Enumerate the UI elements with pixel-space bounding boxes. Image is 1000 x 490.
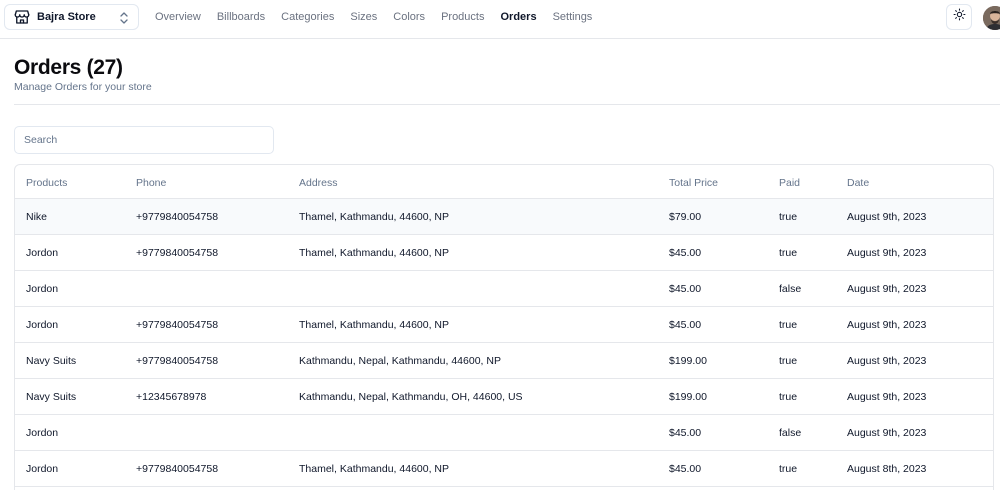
- search-input[interactable]: [14, 126, 274, 154]
- cell-total-price: $45.00: [669, 319, 702, 331]
- cell-total-price: $199.00: [669, 391, 707, 403]
- theme-toggle-button[interactable]: [946, 4, 972, 30]
- column-header-phone: Phone: [136, 177, 167, 189]
- cell-date: August 9th, 2023: [847, 247, 927, 259]
- cell-products: Nike: [26, 211, 48, 223]
- cell-products: Jordon: [26, 463, 59, 475]
- table-row[interactable]: Navy Suits +9779840054758 Kathmandu, Nepal…: [15, 343, 993, 379]
- cell-paid: true: [779, 355, 798, 367]
- column-header-paid: Paid: [779, 177, 801, 189]
- nav-item-overview[interactable]: Overview: [155, 11, 201, 24]
- cell-date: August 9th, 2023: [847, 211, 927, 223]
- nav-item-products[interactable]: Products: [441, 11, 484, 24]
- cell-address: Thamel, Kathmandu, 44600, NP: [299, 247, 450, 259]
- cell-address: Kathmandu, Nepal, Kathmandu, 44600, NP: [299, 355, 501, 367]
- cell-date: August 9th, 2023: [847, 283, 927, 295]
- table-row[interactable]: Jordon +9779840054758 Thamel, Kathmandu, 4…: [15, 235, 993, 271]
- cell-total-price: $45.00: [669, 427, 702, 439]
- column-header-total-price: Total Price: [669, 177, 719, 189]
- table-row[interactable]: Jordon $45.00 false August 9th, 2023: [15, 271, 993, 307]
- cell-phone: +9779840054758: [136, 463, 219, 475]
- cell-products: Navy Suits: [26, 391, 77, 403]
- cell-total-price: $45.00: [669, 247, 702, 259]
- cell-phone: +12345678978: [136, 391, 207, 403]
- page-subtitle: Manage Orders for your store: [14, 81, 152, 93]
- chevrons-up-down-icon: [119, 11, 129, 25]
- cell-address: Thamel, Kathmandu, 44600, NP: [299, 463, 450, 475]
- table-row[interactable]: Jordon +9779840054758 Thamel, Kathmandu, 4…: [15, 451, 993, 487]
- sun-icon: [953, 8, 966, 26]
- cell-address: Thamel, Kathmandu, 44600, NP: [299, 211, 450, 223]
- nav-item-categories[interactable]: Categories: [281, 11, 334, 24]
- cell-total-price: $199.00: [669, 355, 707, 367]
- cell-total-price: $45.00: [669, 463, 702, 475]
- nav-item-orders[interactable]: Orders: [500, 11, 536, 24]
- cell-paid: false: [779, 283, 802, 295]
- cell-date: August 9th, 2023: [847, 391, 927, 403]
- cell-date: August 9th, 2023: [847, 355, 927, 367]
- cell-phone: +9779840054758: [136, 247, 219, 259]
- cell-paid: true: [779, 247, 798, 259]
- cell-address: Thamel, Kathmandu, 44600, NP: [299, 319, 450, 331]
- cell-paid: false: [779, 427, 802, 439]
- cell-paid: true: [779, 463, 798, 475]
- table-header-row: Products Phone Address Total Price Paid Date: [15, 165, 993, 199]
- cell-date: August 8th, 2023: [847, 463, 927, 475]
- cell-products: Jordon: [26, 283, 59, 295]
- store-switcher[interactable]: Bajra Store: [4, 4, 139, 30]
- cell-total-price: $79.00: [669, 211, 702, 223]
- nav-item-settings[interactable]: Settings: [553, 11, 593, 24]
- column-header-address: Address: [299, 177, 338, 189]
- table-row[interactable]: Jordon +9779840054758 Thamel, Kathmandu, 4…: [15, 307, 993, 343]
- cell-paid: true: [779, 211, 798, 223]
- nav-item-sizes[interactable]: Sizes: [350, 11, 377, 24]
- cell-paid: true: [779, 391, 798, 403]
- column-header-products: Products: [26, 177, 68, 189]
- cell-products: Jordon: [26, 427, 59, 439]
- cell-address: Kathmandu, Nepal, Kathmandu, OH, 44600, …: [299, 391, 523, 403]
- store-name: Bajra Store: [37, 11, 96, 23]
- table-row[interactable]: Navy Suits +12345678978 Kathmandu, Nepal, …: [15, 379, 993, 415]
- cell-phone: +9779840054758: [136, 355, 219, 367]
- user-avatar[interactable]: [983, 6, 1000, 30]
- cell-products: Jordon: [26, 319, 59, 331]
- orders-table: Products Phone Address Total Price Paid Date …: [14, 164, 994, 490]
- nav-item-billboards[interactable]: Billboards: [217, 11, 265, 24]
- cell-total-price: $45.00: [669, 283, 702, 295]
- store-icon: [13, 8, 31, 26]
- header-divider: [14, 104, 1000, 105]
- cell-phone: +9779840054758: [136, 319, 219, 331]
- cell-phone: +9779840054758: [136, 211, 219, 223]
- column-header-date: Date: [847, 177, 870, 189]
- nav-item-colors[interactable]: Colors: [393, 11, 425, 24]
- cell-products: Jordon: [26, 247, 59, 259]
- cell-products: Navy Suits: [26, 355, 77, 367]
- table-row[interactable]: Jordon $45.00 false August 9th, 2023: [15, 415, 993, 451]
- main-nav: Overview Billboards Categories Sizes Colors P…: [155, 11, 608, 24]
- cell-date: August 9th, 2023: [847, 427, 927, 439]
- cell-date: August 9th, 2023: [847, 319, 927, 331]
- cell-paid: true: [779, 319, 798, 331]
- table-row[interactable]: Nike +9779840054758 Thamel, Kathmandu, 446…: [15, 199, 993, 235]
- top-navbar: Bajra Store Overview Billboards Categories…: [0, 0, 1000, 39]
- page-title: Orders (27): [14, 56, 123, 79]
